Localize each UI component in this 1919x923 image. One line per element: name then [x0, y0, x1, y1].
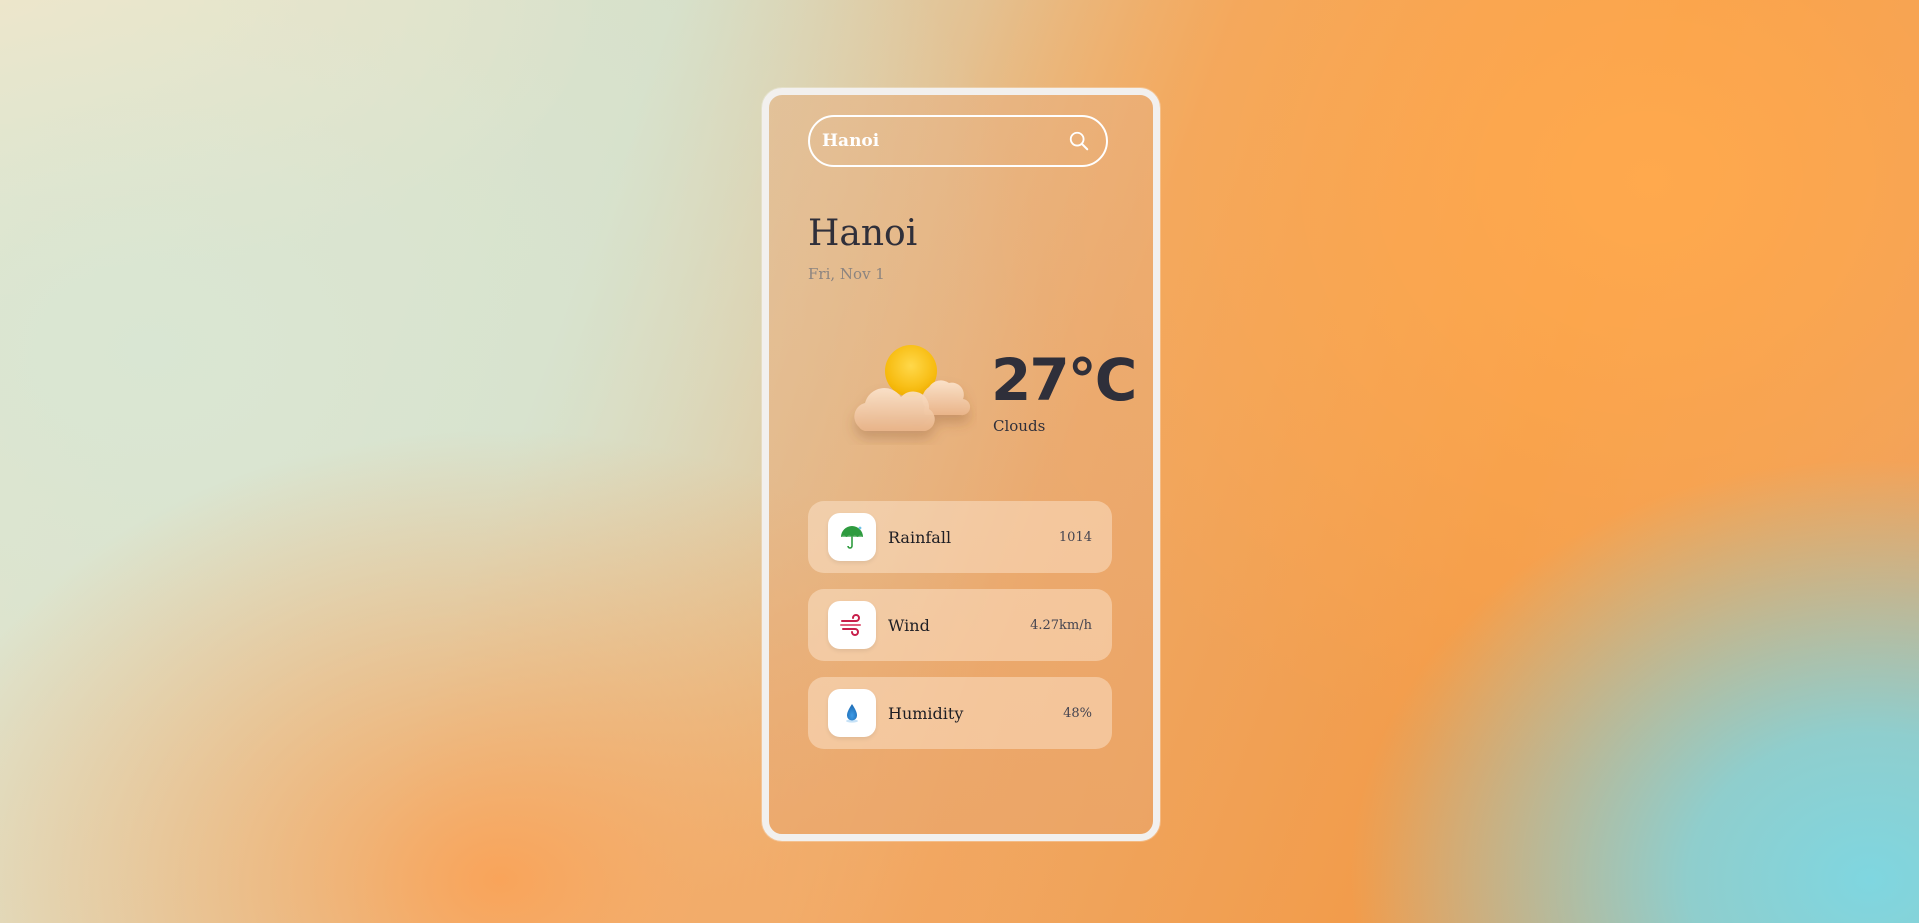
weather-condition: Clouds	[993, 417, 1046, 435]
stat-wind: Wind 4.27km/h	[808, 589, 1112, 661]
search-button[interactable]	[1064, 126, 1094, 156]
stat-rainfall: Rainfall 1014	[808, 501, 1112, 573]
search-input[interactable]	[822, 131, 1064, 151]
stat-label: Humidity	[888, 703, 964, 723]
city-name: Hanoi	[808, 213, 918, 254]
stat-value: 48%	[1063, 705, 1092, 721]
partly-cloudy-icon	[854, 345, 971, 431]
temperature: 27°C	[991, 346, 1137, 414]
stat-value: 4.27km/h	[1030, 617, 1092, 633]
umbrella-icon	[841, 526, 863, 549]
weather-card: Hanoi Fri, Nov 1 27°C Clouds	[762, 88, 1160, 841]
stat-humidity: Humidity 48%	[808, 677, 1112, 749]
stat-value: 1014	[1058, 529, 1092, 545]
wind-icon	[840, 614, 861, 636]
search-bar	[808, 115, 1108, 167]
stat-label: Rainfall	[888, 527, 952, 547]
droplet-icon	[846, 704, 858, 723]
search-icon	[1069, 131, 1089, 151]
stat-label: Wind	[888, 615, 930, 635]
current-date: Fri, Nov 1	[808, 265, 885, 283]
